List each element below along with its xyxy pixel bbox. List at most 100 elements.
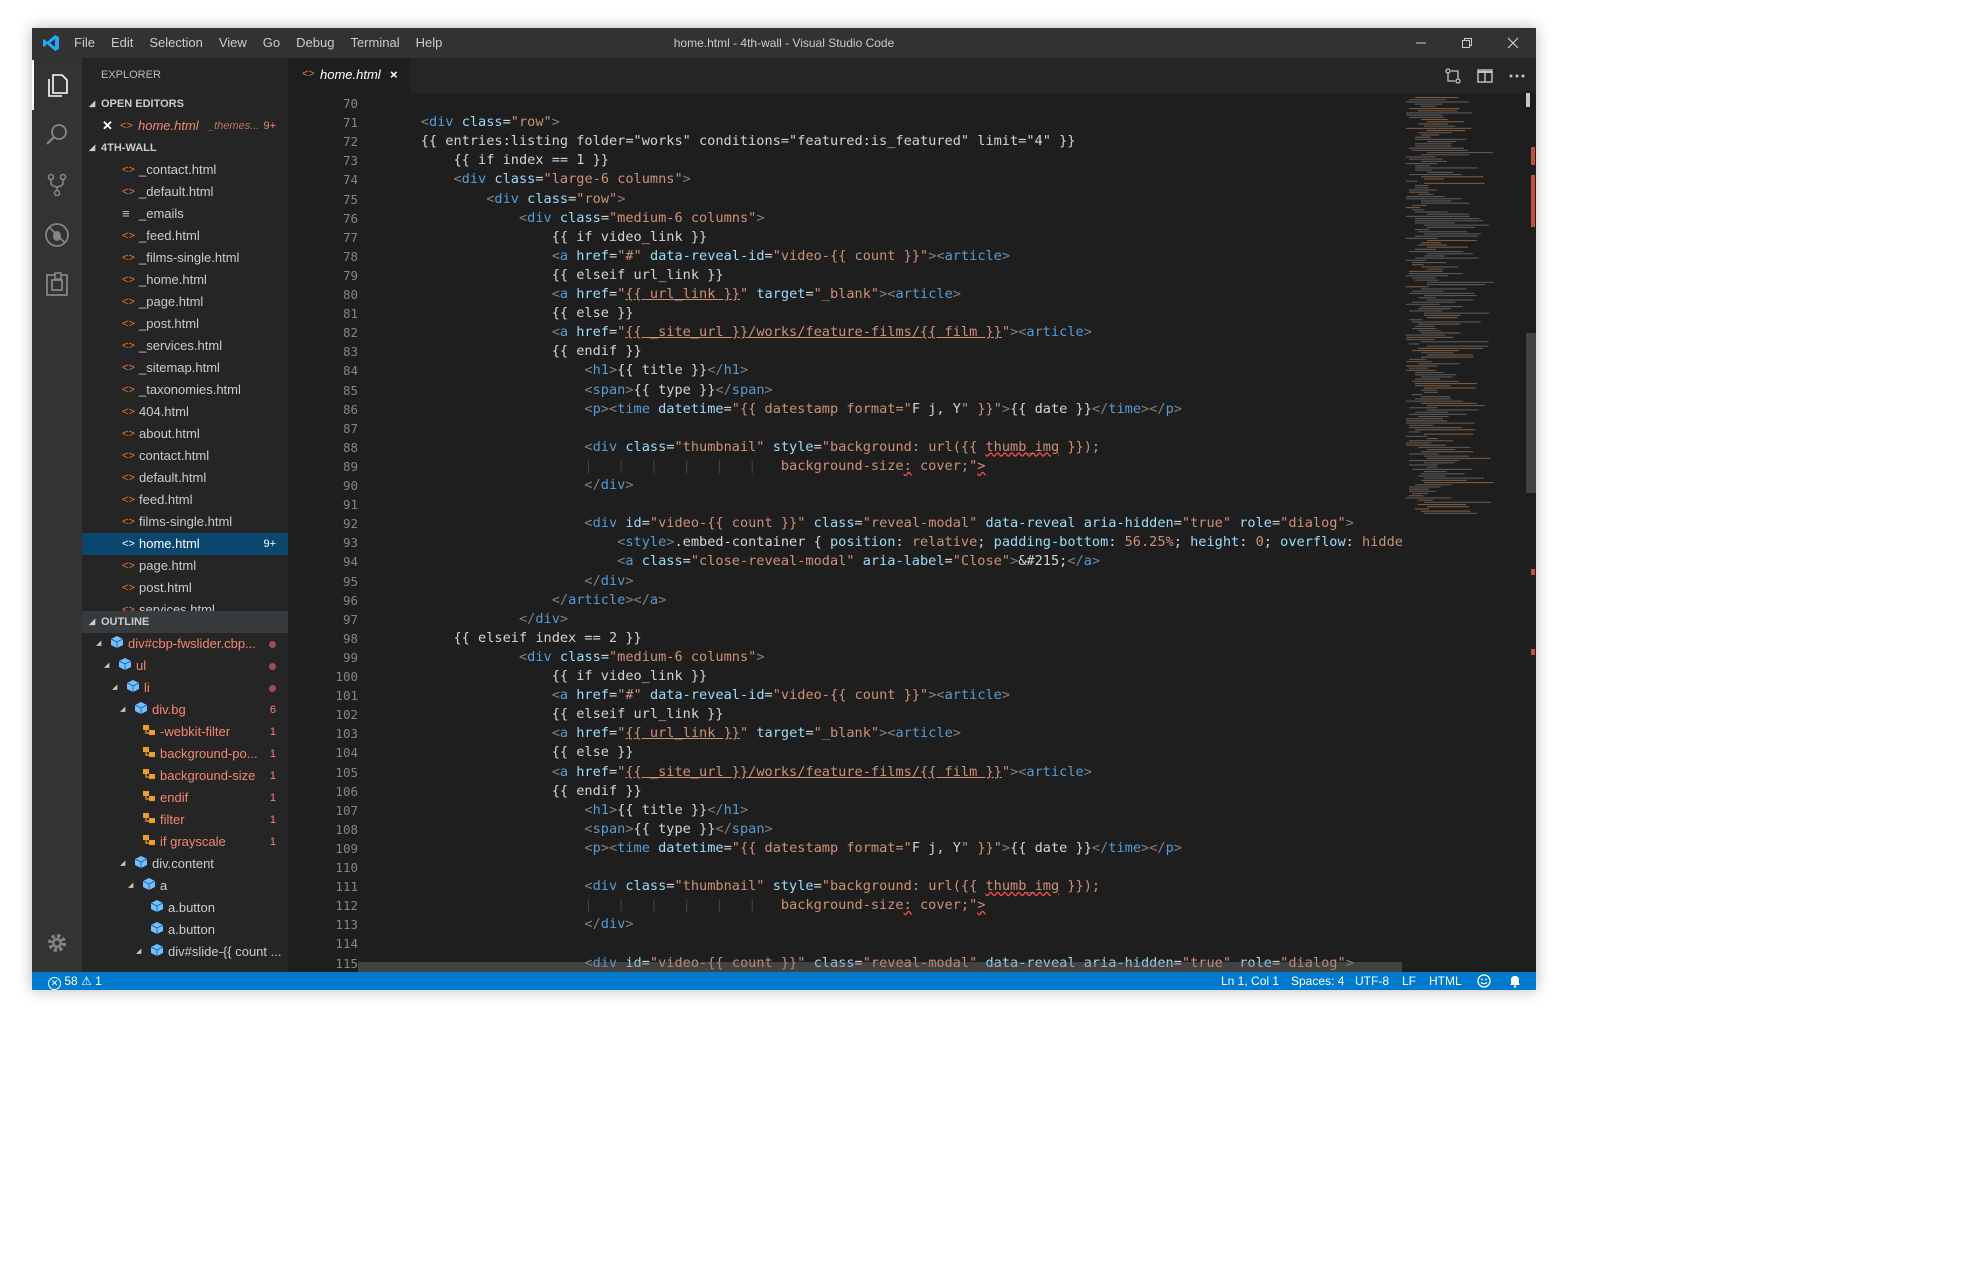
code-line[interactable]: <span>{{ type }}</span> (388, 820, 772, 839)
outline-item[interactable]: a.button (82, 897, 288, 919)
file-item[interactable]: <> _feed.html (82, 225, 288, 247)
code-line[interactable]: <div id="video-{{ count }}" class="revea… (388, 514, 1353, 533)
outline-item[interactable]: ◢ div#cbp-fwslider.cbp... (82, 633, 288, 655)
cursor-position[interactable]: Ln 1, Col 1 (1221, 972, 1279, 990)
menu-file[interactable]: File (66, 28, 103, 58)
code-line[interactable]: </div> (388, 915, 633, 934)
code-line[interactable]: {{ if video_link }} (388, 667, 708, 686)
close-window-button[interactable] (1490, 28, 1536, 58)
code-line[interactable]: <div class="medium-6 columns"> (388, 648, 765, 667)
file-item[interactable]: <> _post.html (82, 313, 288, 335)
code-line[interactable]: {{ elseif url_link }} (388, 266, 724, 285)
chevron-down-icon[interactable]: ◢ (136, 941, 141, 963)
outline-item[interactable]: ◢ div.bg 6 (82, 699, 288, 721)
menu-go[interactable]: Go (255, 28, 288, 58)
close-icon[interactable]: ✕ (102, 115, 113, 137)
code-line[interactable]: <div class="thumbnail" style="background… (388, 877, 1100, 896)
code-line[interactable]: | | | | | | background-size: cover;"> (388, 896, 985, 915)
minimap[interactable] (1402, 93, 1526, 972)
file-item[interactable]: <> _default.html (82, 181, 288, 203)
chevron-down-icon[interactable]: ◢ (128, 875, 133, 897)
menu-edit[interactable]: Edit (103, 28, 141, 58)
file-item[interactable]: <> 404.html (82, 401, 288, 423)
code-line[interactable]: {{ elseif index == 2 }} (388, 629, 641, 648)
menu-help[interactable]: Help (408, 28, 451, 58)
menu-view[interactable]: View (211, 28, 255, 58)
vertical-scrollbar[interactable] (1526, 93, 1536, 972)
notifications-bell-icon[interactable] (1508, 974, 1522, 990)
code-line[interactable]: <a href="#" data-reveal-id="video-{{ cou… (388, 247, 1010, 266)
code-line[interactable]: <h1>{{ title }}</h1> (388, 361, 748, 380)
chevron-down-icon[interactable]: ◢ (112, 677, 117, 699)
file-item[interactable]: <> films-single.html (82, 511, 288, 533)
chevron-down-icon[interactable]: ◢ (120, 699, 125, 721)
file-item[interactable]: <> _page.html (82, 291, 288, 313)
file-item[interactable]: <> _films-single.html (82, 247, 288, 269)
search-activity[interactable] (32, 110, 82, 160)
restore-button[interactable] (1444, 28, 1490, 58)
file-item[interactable]: <> _taxonomies.html (82, 379, 288, 401)
more-actions-icon[interactable] (1508, 67, 1526, 85)
code-editor[interactable]: 70 71 72 73 74 75 76 77 78 79 80 81 82 83 84 85 86 87 88 89… (288, 93, 1536, 972)
debug-activity[interactable] (32, 210, 82, 260)
outline-item[interactable]: filter 1 (82, 809, 288, 831)
settings-activity[interactable] (32, 918, 82, 968)
code-line[interactable]: {{ entries:listing folder="works" condit… (388, 132, 1076, 151)
menu-debug[interactable]: Debug (288, 28, 342, 58)
outline-item[interactable]: ◢ ul (82, 655, 288, 677)
file-item[interactable]: <> _home.html (82, 269, 288, 291)
code-line[interactable]: {{ endif }} (388, 782, 642, 801)
code-line[interactable]: </div> (388, 610, 568, 629)
code-line[interactable]: <a href= "{{ _site_url }}/works/feature-f… (388, 763, 1092, 782)
code-line[interactable]: <div class="medium-6 columns"> (388, 209, 765, 228)
code-line[interactable]: </div> (388, 476, 633, 495)
tab-home-html[interactable]: <> home.html × (288, 58, 410, 93)
code-line[interactable]: </div> (388, 572, 633, 591)
chevron-down-icon[interactable]: ◢ (120, 853, 125, 875)
chevron-down-icon[interactable]: ◢ (104, 655, 109, 677)
code-line[interactable]: {{ if video_link }} (388, 228, 708, 247)
code-line[interactable]: {{ else }} (388, 304, 634, 323)
problems-status[interactable]: ✕ 58 ⚠ 1 (48, 972, 102, 990)
file-item[interactable]: <> post.html (82, 577, 288, 599)
outline-item[interactable]: ◢ div.content (82, 853, 288, 875)
file-item[interactable]: <> _services.html (82, 335, 288, 357)
code-line[interactable]: <a href="{{ url_link }}" target="_blank"… (388, 285, 961, 304)
code-line[interactable]: <h1>{{ title }}</h1> (388, 801, 748, 820)
open-changes-icon[interactable] (1444, 67, 1462, 85)
code-line[interactable]: {{ elseif url_link }} (388, 705, 724, 724)
outline-item[interactable]: a.button (82, 919, 288, 941)
outline-item[interactable]: endif 1 (82, 787, 288, 809)
code-line[interactable]: <div class="row"> (388, 190, 625, 209)
file-item[interactable]: <> _sitemap.html (82, 357, 288, 379)
outline-item[interactable]: ◢ div#slide-{{ count ... (82, 941, 288, 963)
file-item[interactable]: <> contact.html (82, 445, 288, 467)
close-tab-button[interactable]: × (390, 67, 398, 82)
code-line[interactable]: <a href= "{{ _site_url }}/works/feature-f… (388, 323, 1092, 342)
file-item[interactable]: <> feed.html (82, 489, 288, 511)
code-line[interactable]: <a class="close-reveal-modal" aria-label… (388, 552, 1100, 571)
file-item[interactable]: <> _contact.html (82, 159, 288, 181)
code-line[interactable]: {{ endif }} (388, 342, 642, 361)
outline-item[interactable]: background-size 1 (82, 765, 288, 787)
file-item[interactable]: <> page.html (82, 555, 288, 577)
menu-selection[interactable]: Selection (141, 28, 210, 58)
code-line[interactable]: <style>.embed-container { position: rela… (388, 533, 1402, 552)
code-line[interactable]: <a href="{{ url_link }}" target="_blank"… (388, 724, 961, 743)
indentation-status[interactable]: Spaces: 4 (1291, 972, 1344, 990)
code-line[interactable]: </article></a> (388, 591, 667, 610)
outline-header[interactable]: ◢ OUTLINE (82, 611, 288, 633)
outline-item[interactable]: -webkit-filter 1 (82, 721, 288, 743)
language-status[interactable]: HTML (1429, 972, 1462, 990)
menu-terminal[interactable]: Terminal (342, 28, 407, 58)
code-line[interactable]: {{ else }} (388, 743, 634, 762)
source-control-activity[interactable] (32, 160, 82, 210)
outline-item[interactable]: ◢ li (82, 677, 288, 699)
file-item[interactable]: <> home.html 9+ (82, 533, 288, 555)
code-line[interactable]: <span>{{ type }}</span> (388, 381, 772, 400)
code-area[interactable]: <div class="row"> {{ entries:listing fol… (388, 93, 1402, 972)
split-editor-icon[interactable] (1476, 67, 1494, 85)
feedback-smiley-icon[interactable] (1477, 974, 1491, 990)
outline-item[interactable]: ◢ a (82, 875, 288, 897)
explorer-activity[interactable] (32, 60, 82, 110)
